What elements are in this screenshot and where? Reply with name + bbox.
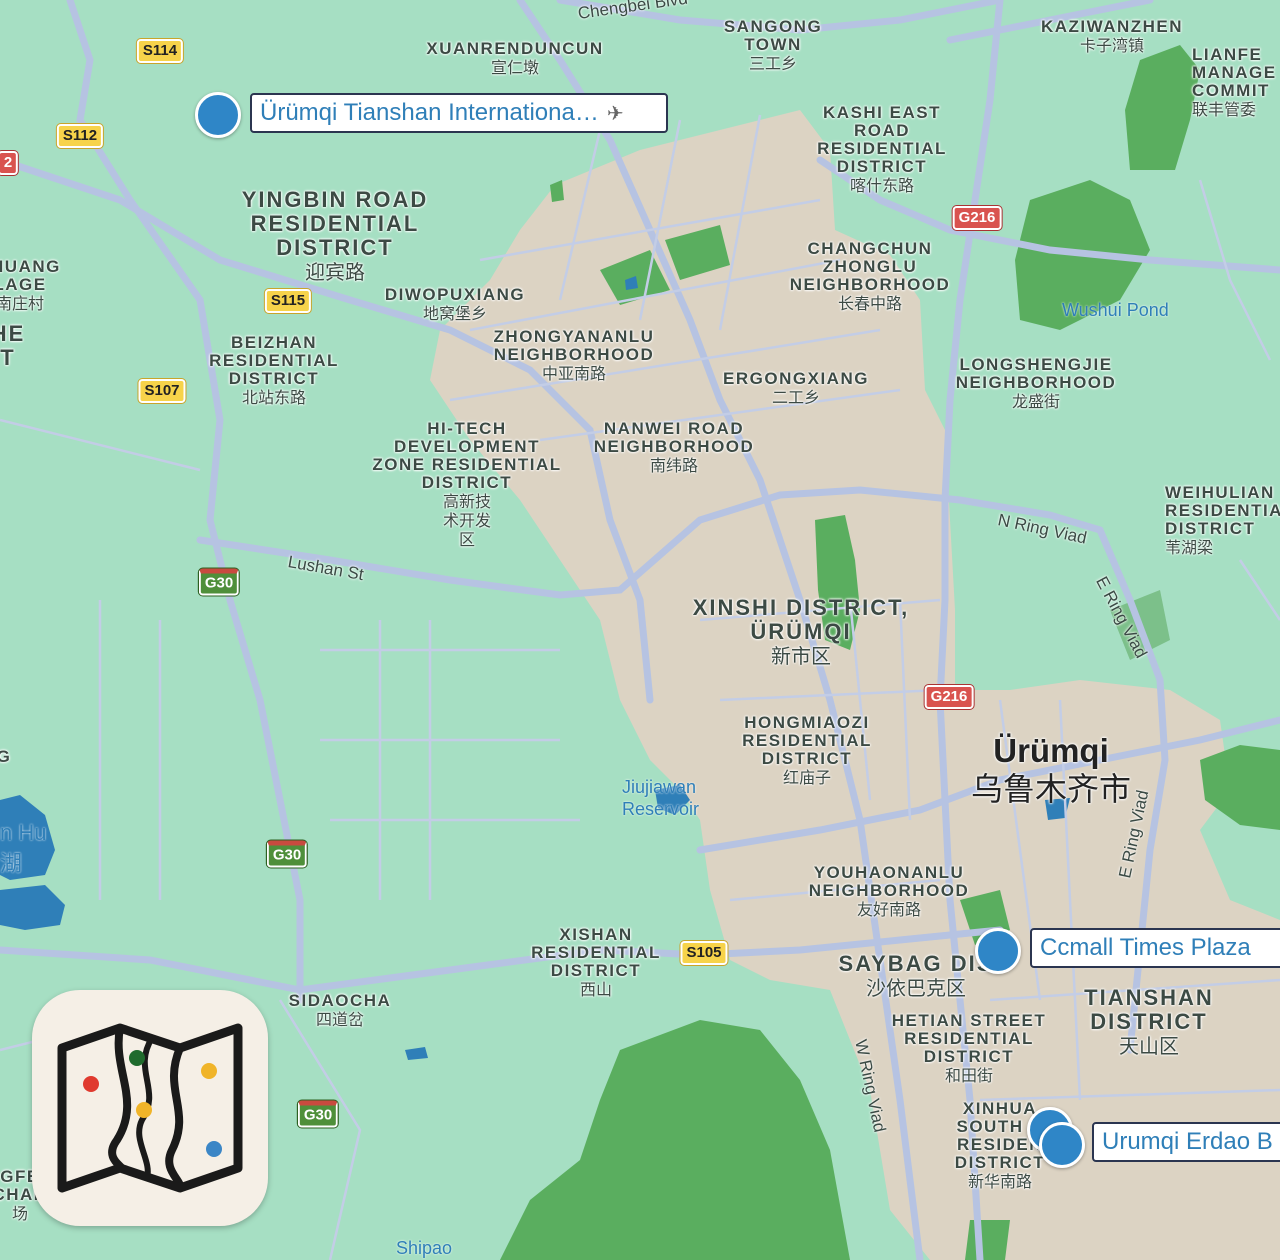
district-label: SANGONG TOWN 三工乡: [723, 17, 823, 74]
district-label: HONGMIAOZI RESIDENTIAL DISTRICT 红庙子: [742, 713, 872, 788]
district-label: YOUHAONANLU NEIGHBORHOOD 友好南路: [808, 863, 970, 920]
road: [66, 0, 304, 1004]
district-label: G: [0, 747, 12, 766]
water-label-jiujiawan: Jiujiawan Reservoir: [622, 777, 700, 819]
park: [500, 1020, 850, 1260]
highway-shield: S114: [136, 39, 184, 63]
airport-label: Ürümqi Tianshan Internationa…: [260, 99, 599, 126]
water-label-lake: n Hu: [0, 820, 47, 845]
highway-shield: S105: [680, 941, 728, 965]
airport-pin[interactable]: [195, 92, 241, 138]
park: [965, 1220, 1010, 1260]
street: [1238, 559, 1280, 621]
district-label: TIANSHAN DISTRICT 天山区: [1084, 985, 1214, 1059]
district-label: XISHAN RESIDENTIAL DISTRICT 西山: [531, 925, 661, 1000]
highway-shield: S112: [56, 124, 104, 148]
green-marker-icon: [129, 1050, 145, 1066]
erdao-pin[interactable]: [1039, 1122, 1085, 1168]
folded-map-icon: [57, 1023, 243, 1193]
district-label: NANWEI ROAD NEIGHBORHOOD 南纬路: [593, 419, 755, 476]
red-marker-icon: [83, 1076, 99, 1092]
highway-shield: S115: [264, 289, 312, 313]
district-label: SAYBAG DIS 沙依巴克区: [838, 951, 994, 1001]
erdao-callout[interactable]: Urumqi Erdao B: [1092, 1122, 1280, 1162]
ccmall-callout[interactable]: Ccmall Times Plaza: [1030, 928, 1280, 968]
district-label: YINGBIN ROAD RESIDENTIAL DISTRICT 迎宾路: [241, 187, 429, 285]
district-label: CHANGCHUN ZHONGLU NEIGHBORHOOD 长春中路: [789, 239, 951, 314]
district-label: ERGONGXIANG 二工乡: [723, 369, 869, 408]
highway-shield: 2: [0, 151, 19, 175]
airport-callout[interactable]: Ürümqi Tianshan Internationa… ✈: [250, 93, 668, 133]
erdao-label: Urumqi Erdao B: [1102, 1128, 1273, 1155]
water-label-shipao: Shipao: [396, 1238, 453, 1258]
blue-marker-icon: [206, 1141, 222, 1157]
highway-shield: S107: [138, 379, 186, 403]
district-label: XINSHI DISTRICT, ÜRÜMQI 新市区: [692, 595, 910, 669]
yellow-marker-icon: [201, 1063, 217, 1079]
highway-shield: G30: [297, 1100, 339, 1128]
pond: [405, 1047, 428, 1060]
street: [0, 418, 201, 472]
ccmall-pin[interactable]: [975, 928, 1021, 974]
yellow-marker-icon: [136, 1102, 152, 1118]
district-label: XUANRENDUNCUN 宣仁墩: [426, 39, 604, 78]
district-label: ZHUANG LAGE南庄村: [0, 257, 61, 314]
lake: [0, 885, 65, 930]
map-app-icon[interactable]: [32, 990, 268, 1226]
street: [278, 999, 362, 1260]
highway-shield: G216: [924, 685, 974, 709]
district-label: LIANFE MANAGE COMMIT 联丰管委: [1192, 45, 1277, 120]
district-label: WEIHULIAN RESIDENTIA DISTRICT 苇湖梁: [1165, 483, 1280, 558]
district-label: DIWOPUXIANG 地窝堡乡: [384, 285, 526, 324]
district-label: ZHONGYANANLU NEIGHBORHOOD 中亚南路: [493, 327, 655, 384]
park: [1125, 45, 1200, 170]
airplane-icon: ✈: [606, 103, 624, 125]
district-label: HI-TECH DEVELOPMENT ZONE RESIDENTIAL DIS…: [372, 419, 562, 550]
city-label: Ürümqi 乌鲁木齐市: [970, 732, 1132, 808]
ccmall-label: Ccmall Times Plaza: [1040, 934, 1251, 961]
district-label: HE T: [0, 321, 26, 370]
district-label: LONGSHENGJIE NEIGHBORHOOD 龙盛街: [955, 355, 1117, 412]
district-label: KASHI EAST ROAD RESIDENTIAL DISTRICT 喀什东路: [817, 103, 947, 196]
highway-shield: G216: [952, 206, 1002, 230]
district-label: BEIZHAN RESIDENTIAL DISTRICT 北站东路: [209, 333, 339, 408]
highway-shield: G30: [198, 568, 240, 596]
water-label-lake-zh: 湖: [0, 851, 23, 876]
district-label: HETIAN STREET RESIDENTIAL DISTRICT 和田街: [891, 1011, 1047, 1086]
park: [550, 180, 564, 202]
park: [1200, 745, 1280, 830]
water-label-wushui: Wushui Pond: [1062, 300, 1169, 320]
district-label: KAZIWANZHEN 卡子湾镇: [1040, 17, 1184, 56]
map-view[interactable]: Chengbei Blvd Lushan St N Ring Viad E Ri…: [0, 0, 1280, 1260]
highway-shield: G30: [266, 840, 308, 868]
district-label: SIDAOCHA 四道岔: [288, 991, 392, 1030]
